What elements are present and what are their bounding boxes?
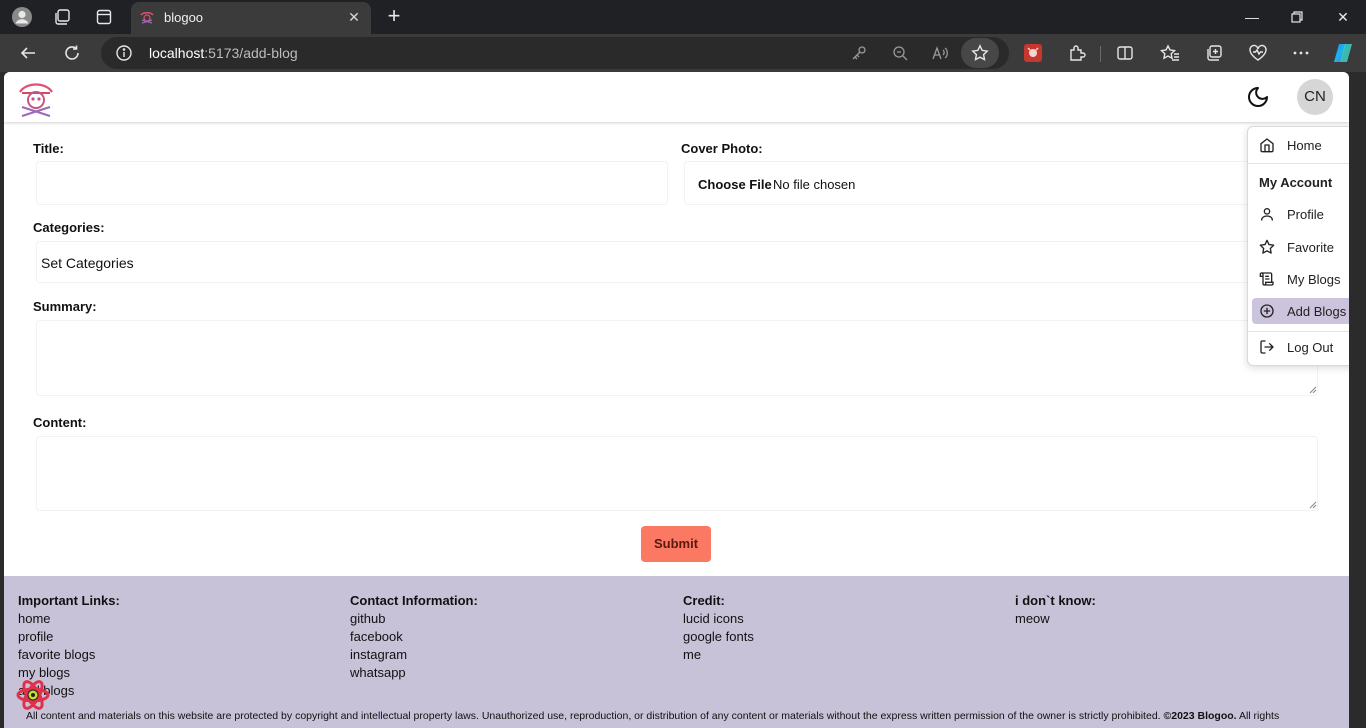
menu-item-label: Add Blogs <box>1287 304 1347 319</box>
copilot-icon[interactable] <box>1331 41 1355 65</box>
more-options-icon[interactable] <box>1289 41 1313 65</box>
browser-essentials-icon[interactable] <box>1246 41 1270 65</box>
content-textarea[interactable] <box>36 436 1318 511</box>
title-label: Title: <box>33 141 64 156</box>
copyright-text: All content and materials on this websit… <box>26 710 1161 722</box>
resize-grip-icon[interactable] <box>1309 501 1317 509</box>
tab-actions-icon[interactable] <box>92 5 116 29</box>
menu-item-label: Favorite <box>1287 240 1334 255</box>
refresh-icon[interactable] <box>60 41 84 65</box>
scroll-icon <box>1259 272 1274 286</box>
browser-toolbar: localhost:5173/add-blog <box>0 34 1366 72</box>
footer-credit: Credit: lucid icons google fonts me <box>683 592 754 664</box>
read-aloud-icon[interactable] <box>929 42 951 64</box>
extension-icon[interactable] <box>1021 41 1045 65</box>
site-header: CN <box>4 72 1349 122</box>
back-icon[interactable] <box>16 41 40 65</box>
footer-link-github[interactable]: github <box>350 610 478 628</box>
submit-button[interactable]: Submit <box>641 526 711 562</box>
zoom-icon[interactable] <box>889 42 911 64</box>
footer-link-lucid-icons[interactable]: lucid icons <box>683 610 754 628</box>
choose-file-button[interactable]: Choose File <box>698 177 772 192</box>
cover-photo-label: Cover Photo: <box>681 141 763 156</box>
footer-column-title: Important Links: <box>18 593 120 608</box>
site-info-icon[interactable] <box>115 44 133 62</box>
footer-link-meow[interactable]: meow <box>1015 610 1096 628</box>
address-bar[interactable]: localhost:5173/add-blog <box>101 37 1009 69</box>
menu-item-home[interactable]: Home <box>1252 132 1349 158</box>
categories-placeholder: Set Categories <box>41 255 134 271</box>
footer-link-home[interactable]: home <box>18 610 120 628</box>
page-viewport: CN Title: Cover Photo: Choose File No fi… <box>4 72 1349 728</box>
categories-label: Categories: <box>33 220 105 235</box>
copyright-tail: All rights <box>1238 710 1280 722</box>
footer-link-facebook[interactable]: facebook <box>350 628 478 646</box>
favorite-star-icon[interactable] <box>961 38 999 68</box>
site-footer: Important Links: home profile favorite b… <box>4 576 1349 728</box>
home-icon <box>1260 138 1274 153</box>
close-window-icon[interactable]: ✕ <box>1331 5 1355 29</box>
browser-tab-bar: blogoo ✕ + — ✕ <box>0 0 1366 34</box>
pirate-logo-icon[interactable] <box>16 78 56 118</box>
footer-link-profile[interactable]: profile <box>18 628 120 646</box>
footer-link-google-fonts[interactable]: google fonts <box>683 628 754 646</box>
menu-item-label: My Blogs <box>1287 272 1341 287</box>
categories-select[interactable] <box>36 241 1318 283</box>
menu-item-logout[interactable]: Log Out <box>1252 334 1349 360</box>
extensions-puzzle-icon[interactable] <box>1065 41 1089 65</box>
user-icon <box>1261 208 1273 221</box>
collections-icon[interactable] <box>1202 41 1226 65</box>
toolbar-divider <box>1100 46 1101 62</box>
footer-column-title: i don`t know: <box>1015 593 1096 608</box>
my-account-heading: My Account <box>1259 175 1333 190</box>
footer-link-me[interactable]: me <box>683 646 754 664</box>
split-screen-icon[interactable] <box>1113 41 1137 65</box>
copyright-brand: ©2023 Blogoo. <box>1163 710 1237 722</box>
file-status: No file chosen <box>773 177 856 192</box>
footer-column-title: Credit: <box>683 593 725 608</box>
restore-icon[interactable] <box>1285 5 1309 29</box>
menu-divider <box>1248 331 1349 332</box>
minimize-icon[interactable]: — <box>1240 5 1264 29</box>
footer-link-whatsapp[interactable]: whatsapp <box>350 664 478 682</box>
react-devtools-icon[interactable] <box>16 678 50 712</box>
footer-misc: i don`t know: meow <box>1015 592 1096 628</box>
footer-column-title: Contact Information: <box>350 593 478 608</box>
title-input[interactable] <box>36 161 668 205</box>
plus-circle-icon <box>1260 304 1274 318</box>
favorites-icon[interactable] <box>1158 41 1182 65</box>
menu-divider <box>1248 163 1349 164</box>
workspaces-icon[interactable] <box>50 5 74 29</box>
star-icon <box>1259 239 1275 254</box>
log-out-icon <box>1260 340 1274 354</box>
user-avatar[interactable]: CN <box>1297 79 1333 115</box>
profile-icon[interactable] <box>10 5 34 29</box>
footer-link-favorite-blogs[interactable]: favorite blogs <box>18 646 120 664</box>
summary-label: Summary: <box>33 299 97 314</box>
content-label: Content: <box>33 415 87 430</box>
pirate-favicon-icon <box>139 9 155 25</box>
menu-item-favorite[interactable]: Favorite <box>1252 234 1349 260</box>
close-tab-icon[interactable]: ✕ <box>345 8 363 26</box>
new-tab-icon[interactable]: + <box>382 5 406 29</box>
resize-grip-icon[interactable] <box>1309 386 1317 394</box>
page-scrollbar[interactable] <box>1349 72 1366 728</box>
menu-item-label: Profile <box>1287 207 1324 222</box>
key-icon[interactable] <box>848 42 870 64</box>
footer-link-instagram[interactable]: instagram <box>350 646 478 664</box>
menu-item-my-blogs[interactable]: My Blogs <box>1252 266 1349 292</box>
footer-contact-info: Contact Information: github facebook ins… <box>350 592 478 682</box>
tab-title: blogoo <box>164 10 204 25</box>
menu-item-label: Log Out <box>1287 340 1334 355</box>
menu-item-add-blogs[interactable]: Add Blogs <box>1252 298 1349 324</box>
url-text[interactable]: localhost:5173/add-blog <box>149 45 298 61</box>
menu-item-profile[interactable]: Profile <box>1252 201 1349 227</box>
copyright-notice: All content and materials on this websit… <box>26 710 1336 722</box>
summary-textarea[interactable] <box>36 320 1318 396</box>
theme-moon-icon[interactable] <box>1246 85 1270 109</box>
active-tab[interactable]: blogoo ✕ <box>131 2 371 34</box>
menu-item-label: Home <box>1287 138 1322 153</box>
account-dropdown-menu: Home My Account Profile Favorite My Blog… <box>1247 126 1349 366</box>
